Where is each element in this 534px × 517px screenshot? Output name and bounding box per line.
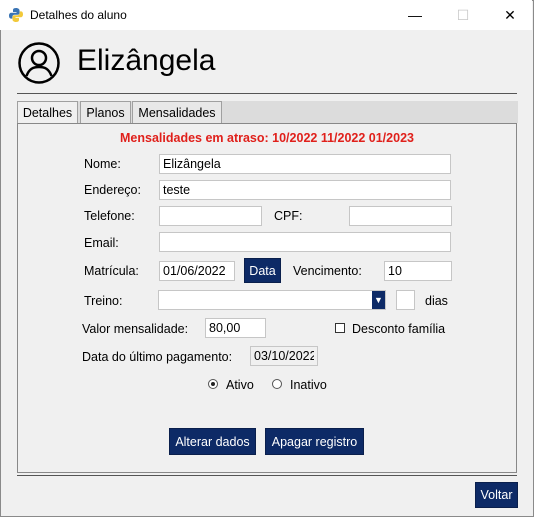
vencimento-input[interactable] (384, 261, 452, 281)
treino-select[interactable] (158, 290, 386, 310)
ativo-label: Ativo (226, 378, 254, 392)
header-divider (17, 93, 517, 94)
ativo-radio[interactable] (208, 379, 218, 389)
endereco-label: Endereço: (84, 183, 141, 197)
chevron-down-icon[interactable]: ▼ (372, 291, 385, 309)
email-input[interactable] (159, 232, 451, 252)
alterar-dados-button[interactable]: Alterar dados (169, 428, 256, 455)
overdue-alert: Mensalidades em atraso: 10/2022 11/2022 … (120, 131, 414, 145)
desconto-familia-checkbox[interactable] (335, 323, 345, 333)
endereco-input[interactable] (159, 180, 451, 200)
title-bar: Detalhes do aluno — ☐ ✕ (0, 0, 532, 30)
valor-mensalidade-input[interactable] (205, 318, 266, 338)
email-label: Email: (84, 236, 119, 250)
tab-detalhes[interactable]: Detalhes (17, 101, 78, 125)
tab-planos[interactable]: Planos (80, 101, 131, 123)
nome-label: Nome: (84, 157, 121, 171)
valor-mensalidade-label: Valor mensalidade: (82, 322, 189, 336)
close-button[interactable]: ✕ (487, 0, 533, 30)
maximize-button[interactable]: ☐ (440, 0, 486, 30)
treino-label: Treino: (84, 294, 123, 308)
nome-input[interactable] (159, 154, 451, 174)
matricula-label: Matrícula: (84, 264, 139, 278)
matricula-input[interactable] (159, 261, 235, 281)
desconto-familia-label: Desconto família (352, 322, 446, 336)
student-name-heading: Elizângela (77, 44, 216, 77)
cpf-label: CPF: (274, 209, 303, 223)
ultimo-pagamento-label: Data do último pagamento: (82, 350, 233, 364)
dias-label: dias (425, 294, 448, 308)
user-circle-icon (18, 42, 60, 84)
apagar-registro-button[interactable]: Apagar registro (265, 428, 364, 455)
telefone-label: Telefone: (84, 209, 135, 223)
minimize-button[interactable]: — (392, 0, 438, 30)
footer-divider (17, 475, 517, 476)
voltar-button[interactable]: Voltar (475, 482, 518, 508)
window-title: Detalhes do aluno (30, 8, 127, 22)
tab-mensalidades[interactable]: Mensalidades (132, 101, 222, 123)
ultimo-pagamento-input[interactable] (250, 346, 318, 366)
inativo-radio[interactable] (272, 379, 282, 389)
telefone-input[interactable] (159, 206, 262, 226)
vencimento-label: Vencimento: (293, 264, 362, 278)
python-icon (9, 8, 23, 22)
dias-input[interactable] (396, 290, 415, 310)
inativo-label: Inativo (290, 378, 327, 392)
data-picker-button[interactable]: Data (244, 258, 281, 283)
cpf-input[interactable] (349, 206, 452, 226)
